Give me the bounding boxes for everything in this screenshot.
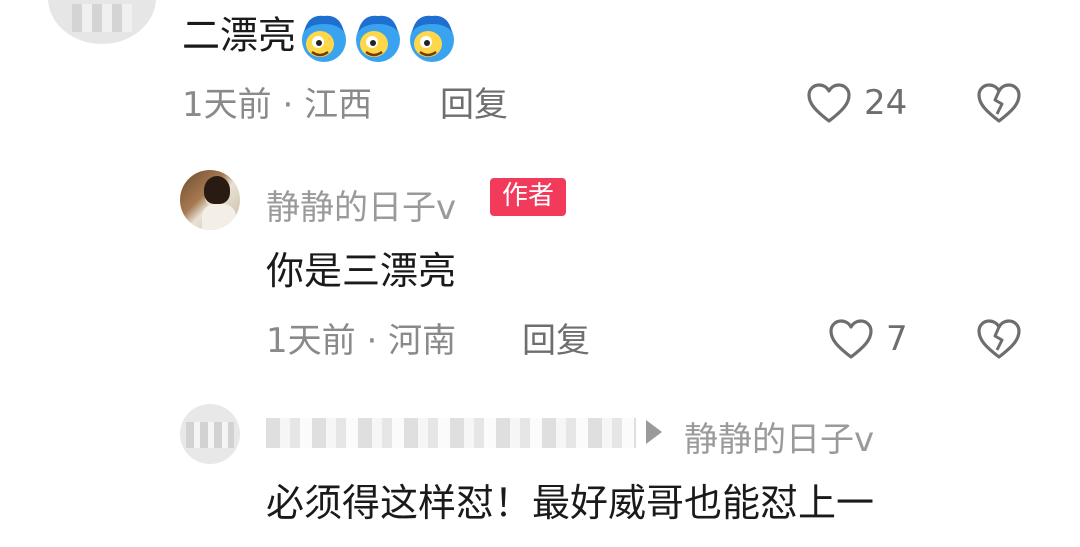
laughing-face-emoji-icon (302, 15, 347, 62)
comment-thread: 二漂亮 1天前 · 江西 回复 24 静静的日子v 作者 你是三漂亮 1天前 ·… (0, 0, 1080, 547)
dislike-button[interactable] (976, 82, 1022, 128)
comment-meta-1: 1天前 · 江西 (182, 88, 372, 122)
avatar[interactable] (180, 404, 240, 464)
blurred-avatar-region (72, 4, 132, 32)
laughing-face-emoji-icon (356, 15, 401, 62)
avatar[interactable] (48, 0, 156, 44)
laughing-face-emoji-icon (410, 15, 455, 62)
comment-meta-2: 1天前 · 河南 (266, 324, 456, 358)
username[interactable]: 静静的日子v (266, 180, 456, 229)
comment-text: 你是三漂亮 (266, 249, 457, 293)
location: 江西 (304, 85, 373, 125)
comment-text: 二漂亮 (182, 13, 297, 58)
like-button[interactable]: 24 (806, 82, 907, 124)
separator: · (366, 321, 378, 361)
heart-icon (807, 83, 851, 123)
timestamp: 1天前 (182, 85, 272, 125)
author-badge: 作者 (490, 178, 567, 216)
reply-to-username[interactable]: 静静的日子v (684, 412, 874, 461)
like-count: 7 (886, 319, 908, 359)
location: 河南 (388, 321, 457, 361)
blurred-avatar-region (186, 422, 234, 448)
comment-text-1: 二漂亮 (182, 12, 458, 64)
comment-text: 必须得这样怼！最好威哥也能怼上一 (266, 481, 875, 525)
timestamp: 1天前 (266, 321, 356, 361)
reply-button[interactable]: 回复 (440, 88, 508, 122)
reply-button[interactable]: 回复 (522, 324, 590, 358)
blurred-username (266, 418, 636, 448)
like-button[interactable]: 7 (828, 318, 908, 360)
reply-arrow-icon (646, 420, 662, 444)
like-count: 24 (864, 83, 908, 123)
separator: · (282, 85, 294, 125)
avatar[interactable] (180, 170, 240, 230)
heart-icon (829, 319, 873, 359)
broken-heart-icon (977, 319, 1021, 359)
dislike-button[interactable] (976, 318, 1022, 364)
broken-heart-icon (977, 83, 1021, 123)
